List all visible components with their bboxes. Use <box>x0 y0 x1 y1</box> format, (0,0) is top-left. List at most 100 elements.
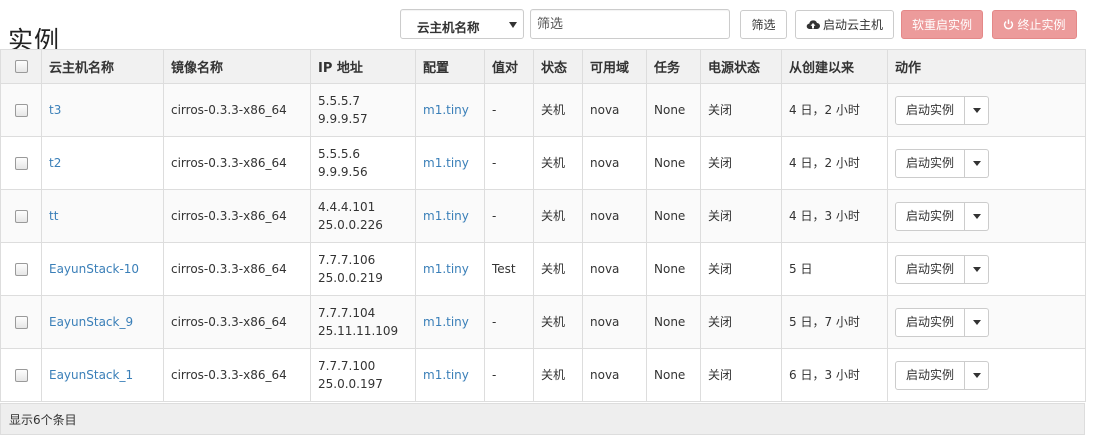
soft-reboot-button[interactable]: 软重启实例 <box>901 10 983 39</box>
column-header-power[interactable]: 电源状态 <box>700 49 782 84</box>
column-header-age[interactable]: 从创建以来 <box>781 49 888 84</box>
status: 关机 <box>533 295 583 349</box>
launch-instance-button[interactable]: 启动云主机 <box>795 10 894 39</box>
ip-address-1: 5.5.5.6 <box>318 147 360 161</box>
table-row: EayunStack-10 cirros-0.3.3-x86_64 7.7.7.… <box>0 242 1086 296</box>
image-name: cirros-0.3.3-x86_64 <box>163 189 311 243</box>
power-icon <box>1003 19 1014 30</box>
column-header-name[interactable]: 云主机名称 <box>41 49 164 84</box>
power-state: 关闭 <box>700 295 782 349</box>
filter-button[interactable]: 筛选 <box>740 10 787 39</box>
column-header-az[interactable]: 可用域 <box>582 49 647 84</box>
flavor-link[interactable]: m1.tiny <box>423 262 469 276</box>
more-actions-toggle[interactable] <box>965 201 990 231</box>
row-checkbox-cell[interactable] <box>0 189 42 243</box>
instance-name-link[interactable]: t2 <box>49 156 61 170</box>
row-checkbox[interactable] <box>14 157 28 170</box>
row-action-group: 启动实例 <box>895 95 990 125</box>
row-checkbox-cell[interactable] <box>0 242 42 296</box>
more-actions-toggle[interactable] <box>965 254 990 284</box>
instance-name-link[interactable]: t3 <box>49 103 61 117</box>
table-row: EayunStack_9 cirros-0.3.3-x86_64 7.7.7.1… <box>0 295 1086 349</box>
row-checkbox-cell[interactable] <box>0 295 42 349</box>
row-checkbox[interactable] <box>14 104 28 117</box>
row-checkbox-cell[interactable] <box>0 83 42 137</box>
select-all-checkbox[interactable] <box>14 60 28 73</box>
launch-instance-label: 启动云主机 <box>822 18 883 32</box>
flavor-link[interactable]: m1.tiny <box>423 156 469 170</box>
start-instance-button[interactable]: 启动实例 <box>895 254 966 284</box>
ip-address: 7.7.7.100 25.0.0.197 <box>310 348 416 402</box>
terminate-instance-button[interactable]: 终止实例 <box>992 10 1077 39</box>
row-checkbox[interactable] <box>14 369 28 382</box>
ip-address: 7.7.7.106 25.0.0.219 <box>310 242 416 296</box>
start-instance-button[interactable]: 启动实例 <box>895 148 966 178</box>
column-header-image[interactable]: 镜像名称 <box>163 49 311 84</box>
instance-name-link[interactable]: tt <box>49 209 58 223</box>
ip-address-1: 5.5.5.7 <box>318 94 360 108</box>
select-all-checkbox-cell[interactable] <box>0 49 42 84</box>
status: 关机 <box>533 136 583 190</box>
row-checkbox-cell[interactable] <box>0 348 42 402</box>
task: None <box>646 242 701 296</box>
column-header-flavor[interactable]: 配置 <box>415 49 485 84</box>
ip-address-2: 9.9.9.56 <box>318 165 368 179</box>
ip-address-2: 9.9.9.57 <box>318 112 368 126</box>
flavor-link[interactable]: m1.tiny <box>423 209 469 223</box>
keypair: - <box>484 83 534 137</box>
instance-name-link[interactable]: EayunStack_1 <box>49 368 133 382</box>
start-instance-button[interactable]: 启动实例 <box>895 307 966 337</box>
ip-address-2: 25.0.0.219 <box>318 271 383 285</box>
row-action-group: 启动实例 <box>895 148 990 178</box>
column-header-keypair[interactable]: 值对 <box>484 49 534 84</box>
column-header-task[interactable]: 任务 <box>646 49 701 84</box>
instance-name-link[interactable]: EayunStack_9 <box>49 315 133 329</box>
row-checkbox[interactable] <box>14 263 28 276</box>
status: 关机 <box>533 83 583 137</box>
row-checkbox-cell[interactable] <box>0 136 42 190</box>
more-actions-toggle[interactable] <box>965 148 990 178</box>
task: None <box>646 189 701 243</box>
table-row: EayunStack_1 cirros-0.3.3-x86_64 7.7.7.1… <box>0 348 1086 402</box>
ip-address-2: 25.11.11.109 <box>318 324 399 338</box>
column-header-actions: 动作 <box>887 49 1086 84</box>
caret-down-icon <box>972 213 981 219</box>
image-name: cirros-0.3.3-x86_64 <box>163 136 311 190</box>
column-header-ip[interactable]: IP 地址 <box>310 49 416 84</box>
filter-input[interactable] <box>530 9 730 39</box>
column-header-status[interactable]: 状态 <box>533 49 583 84</box>
start-instance-button[interactable]: 启动实例 <box>895 95 966 125</box>
power-state: 关闭 <box>700 189 782 243</box>
caret-down-icon <box>972 107 981 113</box>
flavor-link[interactable]: m1.tiny <box>423 315 469 329</box>
ip-address-2: 25.0.0.197 <box>318 377 383 391</box>
instance-name-link[interactable]: EayunStack-10 <box>49 262 139 276</box>
filter-field-select[interactable]: 云主机名称 <box>400 9 524 39</box>
more-actions-toggle[interactable] <box>965 307 990 337</box>
flavor-link[interactable]: m1.tiny <box>423 368 469 382</box>
table-row: t3 cirros-0.3.3-x86_64 5.5.5.7 9.9.9.57 m… <box>0 83 1086 137</box>
start-instance-button[interactable]: 启动实例 <box>895 201 966 231</box>
flavor-link[interactable]: m1.tiny <box>423 103 469 117</box>
start-instance-button[interactable]: 启动实例 <box>895 360 966 390</box>
caret-down-icon <box>972 160 981 166</box>
power-state: 关闭 <box>700 348 782 402</box>
row-checkbox[interactable] <box>14 210 28 223</box>
ip-address: 5.5.5.7 9.9.9.57 <box>310 83 416 137</box>
age: 4 日，3 小时 <box>781 189 888 243</box>
row-action-group: 启动实例 <box>895 201 990 231</box>
more-actions-toggle[interactable] <box>965 360 990 390</box>
age: 5 日 <box>781 242 888 296</box>
keypair: - <box>484 189 534 243</box>
actions-cell: 启动实例 <box>887 348 1086 402</box>
more-actions-toggle[interactable] <box>965 95 990 125</box>
row-action-group: 启动实例 <box>895 360 990 390</box>
ip-address-1: 7.7.7.104 <box>318 306 376 320</box>
row-checkbox[interactable] <box>14 316 28 329</box>
instances-table: 云主机名称 镜像名称 IP 地址 配置 值对 状态 可用域 任务 电源状态 从创… <box>0 49 1086 402</box>
ip-address-1: 7.7.7.100 <box>318 359 376 373</box>
ip-address-2: 25.0.0.226 <box>318 218 383 232</box>
actions-cell: 启动实例 <box>887 242 1086 296</box>
task: None <box>646 295 701 349</box>
keypair: - <box>484 348 534 402</box>
